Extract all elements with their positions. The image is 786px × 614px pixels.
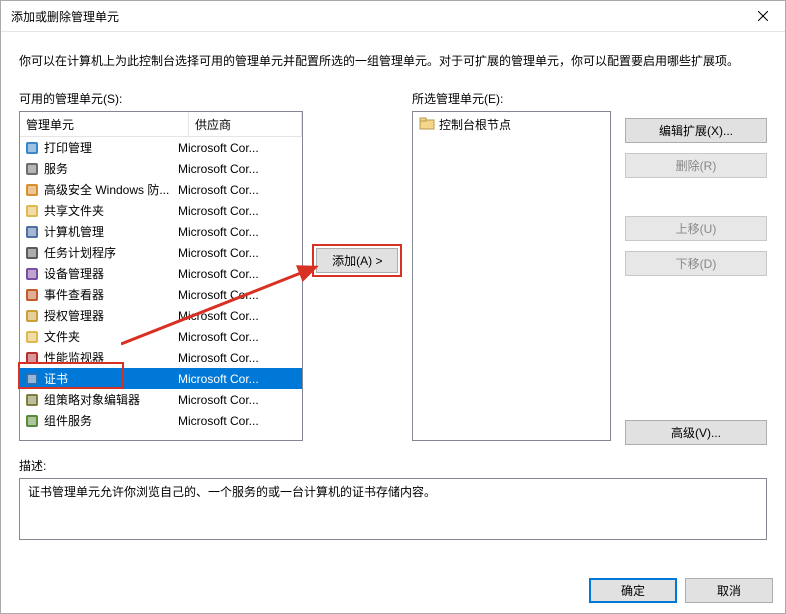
selected-label: 所选管理单元(E):	[412, 90, 611, 107]
available-list-body[interactable]: 打印管理Microsoft Cor...服务Microsoft Cor...高级…	[20, 137, 302, 440]
clock-icon	[24, 245, 40, 261]
list-row[interactable]: 设备管理器Microsoft Cor...	[20, 263, 302, 284]
move-down-button[interactable]: 下移(D)	[625, 251, 767, 276]
main-columns: 可用的管理单元(S): 管理单元 供应商 打印管理Microsoft Cor..…	[19, 90, 767, 445]
tree-root-label: 控制台根节点	[439, 116, 511, 133]
list-row[interactable]: 高级安全 Windows 防...Microsoft Cor...	[20, 179, 302, 200]
list-row[interactable]: 计算机管理Microsoft Cor...	[20, 221, 302, 242]
gears-icon	[24, 161, 40, 177]
computer-icon	[24, 224, 40, 240]
description-box: 证书管理单元允许你浏览自己的、一个服务的或一台计算机的证书存储内容。	[19, 478, 767, 540]
available-listbox[interactable]: 管理单元 供应商 打印管理Microsoft Cor...服务Microsoft…	[19, 111, 303, 441]
row-vendor: Microsoft Cor...	[178, 204, 298, 218]
list-row[interactable]: 组策略对象编辑器Microsoft Cor...	[20, 389, 302, 410]
device-icon	[24, 266, 40, 282]
list-row[interactable]: 任务计划程序Microsoft Cor...	[20, 242, 302, 263]
row-name: 高级安全 Windows 防...	[44, 181, 178, 198]
edit-extensions-button[interactable]: 编辑扩展(X)...	[625, 118, 767, 143]
ok-button[interactable]: 确定	[589, 578, 677, 603]
row-name: 共享文件夹	[44, 202, 178, 219]
move-up-button[interactable]: 上移(U)	[625, 216, 767, 241]
row-vendor: Microsoft Cor...	[178, 162, 298, 176]
list-row[interactable]: 共享文件夹Microsoft Cor...	[20, 200, 302, 221]
description-section: 描述: 证书管理单元允许你浏览自己的、一个服务的或一台计算机的证书存储内容。	[19, 457, 767, 540]
dialog-body: 你可以在计算机上为此控制台选择可用的管理单元并配置所选的一组管理单元。对于可扩展…	[1, 32, 785, 540]
advanced-button[interactable]: 高级(V)...	[625, 420, 767, 445]
row-name: 计算机管理	[44, 223, 178, 240]
close-icon	[758, 11, 768, 21]
row-vendor: Microsoft Cor...	[178, 288, 298, 302]
available-label: 可用的管理单元(S):	[19, 90, 303, 107]
dialog-buttons: 确定 取消	[589, 578, 773, 603]
row-name: 组策略对象编辑器	[44, 391, 178, 408]
row-name: 任务计划程序	[44, 244, 178, 261]
folder-icon	[419, 116, 435, 132]
list-row[interactable]: 组件服务Microsoft Cor...	[20, 410, 302, 431]
printer-icon	[24, 140, 40, 156]
selected-listbox[interactable]: 控制台根节点	[412, 111, 611, 441]
description-label: 描述:	[19, 457, 767, 474]
description-text: 证书管理单元允许你浏览自己的、一个服务的或一台计算机的证书存储内容。	[28, 485, 436, 499]
header-name[interactable]: 管理单元	[20, 112, 189, 136]
row-vendor: Microsoft Cor...	[178, 414, 298, 428]
add-button[interactable]: 添加(A) >	[316, 248, 398, 273]
row-vendor: Microsoft Cor...	[178, 309, 298, 323]
list-row[interactable]: 打印管理Microsoft Cor...	[20, 137, 302, 158]
side-buttons-column: 编辑扩展(X)... 删除(R) 上移(U) 下移(D) 高级(V)...	[611, 90, 767, 445]
row-vendor: Microsoft Cor...	[178, 183, 298, 197]
row-vendor: Microsoft Cor...	[178, 393, 298, 407]
cancel-button[interactable]: 取消	[685, 578, 773, 603]
list-row[interactable]: 授权管理器Microsoft Cor...	[20, 305, 302, 326]
list-header: 管理单元 供应商	[20, 112, 302, 137]
available-column: 可用的管理单元(S): 管理单元 供应商 打印管理Microsoft Cor..…	[19, 90, 303, 441]
header-vendor[interactable]: 供应商	[189, 112, 302, 136]
row-vendor: Microsoft Cor...	[178, 351, 298, 365]
intro-text: 你可以在计算机上为此控制台选择可用的管理单元并配置所选的一组管理单元。对于可扩展…	[19, 52, 767, 70]
dialog-title: 添加或删除管理单元	[11, 8, 119, 25]
middle-column: 添加(A) >	[303, 90, 412, 430]
row-name: 授权管理器	[44, 307, 178, 324]
row-name: 文件夹	[44, 328, 178, 345]
component-icon	[24, 413, 40, 429]
close-button[interactable]	[740, 1, 785, 31]
row-vendor: Microsoft Cor...	[178, 267, 298, 281]
row-name: 设备管理器	[44, 265, 178, 282]
tree-root-row[interactable]: 控制台根节点	[415, 114, 608, 134]
remove-button[interactable]: 删除(R)	[625, 153, 767, 178]
list-row[interactable]: 文件夹Microsoft Cor...	[20, 326, 302, 347]
event-icon	[24, 287, 40, 303]
firewall-icon	[24, 182, 40, 198]
list-row[interactable]: 服务Microsoft Cor...	[20, 158, 302, 179]
gpo-icon	[24, 392, 40, 408]
folder-icon	[24, 329, 40, 345]
row-name: 服务	[44, 160, 178, 177]
row-vendor: Microsoft Cor...	[178, 246, 298, 260]
selected-column: 所选管理单元(E): 控制台根节点	[412, 90, 611, 441]
row-name: 组件服务	[44, 412, 178, 429]
row-vendor: Microsoft Cor...	[178, 330, 298, 344]
list-row[interactable]: 事件查看器Microsoft Cor...	[20, 284, 302, 305]
row-name: 打印管理	[44, 139, 178, 156]
dialog-window: 添加或删除管理单元 你可以在计算机上为此控制台选择可用的管理单元并配置所选的一组…	[0, 0, 786, 614]
row-vendor: Microsoft Cor...	[178, 141, 298, 155]
auth-icon	[24, 308, 40, 324]
row-vendor: Microsoft Cor...	[178, 372, 298, 386]
highlight-annotation	[18, 362, 124, 389]
row-vendor: Microsoft Cor...	[178, 225, 298, 239]
shared-folder-icon	[24, 203, 40, 219]
titlebar: 添加或删除管理单元	[1, 1, 785, 32]
row-name: 事件查看器	[44, 286, 178, 303]
